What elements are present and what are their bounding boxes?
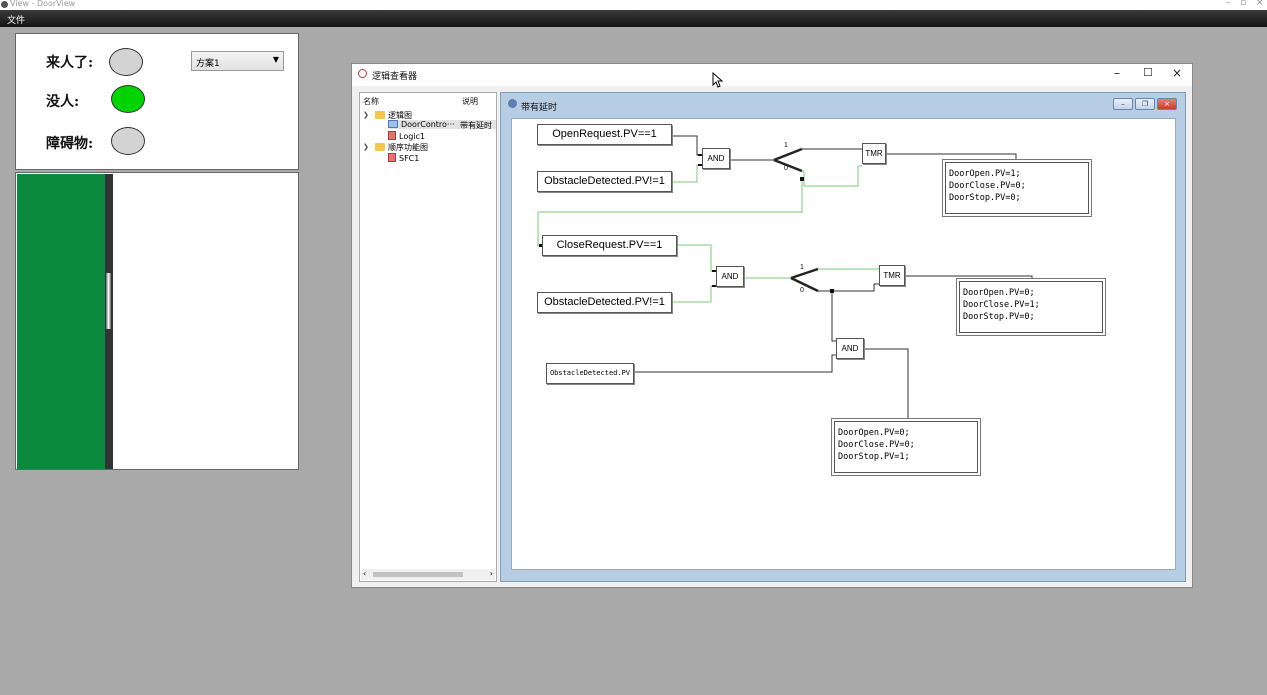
wire-c5-g3 (634, 354, 836, 373)
wire-switch2-zero (818, 283, 879, 292)
door-panel (15, 172, 299, 470)
condition-obstacle-detected[interactable]: ObstacleDetected.PV (546, 363, 634, 384)
tree-horizontal-scrollbar[interactable]: ‹ › (361, 569, 495, 580)
logic-tree: 名称 说明 ❯ 逻辑图 DoorContro··· 带有延时 Logic1 ❯ … (359, 92, 497, 582)
minimize-icon[interactable]: – (1114, 66, 1120, 80)
minimize-icon[interactable]: – (1226, 0, 1231, 8)
wire-g3-a3 (864, 348, 909, 419)
action-block-open[interactable]: DoorOpen.PV=1; DoorClose.PV=0; DoorStop.… (945, 162, 1089, 214)
condition-close-request[interactable]: CloseRequest.PV==1 (542, 235, 677, 256)
timer-block-2[interactable]: TMR (879, 265, 905, 286)
folder-icon (375, 111, 385, 119)
tree-item-doorcontrol-desc: 带有延时 (460, 121, 492, 130)
child-minimize-button[interactable]: – (1113, 98, 1133, 110)
diagram-window-icon (508, 99, 517, 108)
folder-icon (375, 143, 385, 151)
app-icon (1, 1, 8, 8)
condition-obstacle-not-detected-2[interactable]: ObstacleDetected.PV!=1 (537, 292, 672, 313)
child-restore-button[interactable]: ❐ (1135, 98, 1155, 110)
tree-header-desc: 说明 (462, 97, 478, 106)
app-title-bar: View - DoorView – ▫ × (0, 0, 1267, 10)
switch1-upper (773, 147, 803, 162)
condition-obstacle-not-detected-1[interactable]: ObstacleDetected.PV!=1 (537, 171, 672, 192)
no-person-label: 没人: (46, 94, 80, 110)
scheme-select[interactable]: 方案1 ▼ (191, 51, 284, 71)
wire-c3-g2 (677, 244, 716, 272)
status-panel: 来人了: 没人: 障碍物: 方案1 ▼ (15, 33, 299, 170)
scrollbar-thumb[interactable] (373, 572, 463, 577)
sfc-file-icon (388, 153, 396, 162)
expand-chevron-icon[interactable]: ❯ (363, 111, 369, 119)
switch1-lower (773, 158, 803, 173)
logic-diagram-canvas: OpenRequest.PV==1 ObstacleDetected.PV!=1… (511, 118, 1176, 570)
app-title: View - DoorView (10, 0, 76, 8)
tree-item-logic1[interactable]: Logic1 (388, 131, 425, 141)
junction-point (830, 289, 834, 293)
logic-viewer-title: 逻辑查看器 (372, 72, 418, 82)
door-handle (106, 273, 111, 329)
switch2-zero-label: 0 (800, 287, 804, 294)
wire-c2-g1 (672, 164, 702, 183)
wire-switch1-zero (802, 165, 862, 187)
logic-viewer-title-bar: 逻辑查看器 – ☐ × (352, 64, 1192, 86)
maximize-icon[interactable]: ☐ (1143, 66, 1153, 79)
menu-bar: 文件 (0, 10, 1267, 27)
tree-header-name: 名称 (363, 97, 379, 106)
door-leaf (17, 174, 105, 469)
maximize-icon[interactable]: ▫ (1240, 0, 1246, 8)
logic-file-icon (388, 120, 398, 128)
scroll-right-icon[interactable]: › (490, 569, 493, 578)
action-block-stop[interactable]: DoorOpen.PV=0; DoorClose.PV=0; DoorStop.… (834, 421, 978, 473)
menu-file[interactable]: 文件 (7, 13, 25, 26)
and-gate-1[interactable]: AND (702, 148, 730, 169)
action-block-close[interactable]: DoorOpen.PV=0; DoorClose.PV=1; DoorStop.… (959, 281, 1103, 333)
obstacle-lamp (111, 127, 145, 155)
wire-c4-g2 (672, 285, 716, 303)
scheme-select-value: 方案1 (196, 59, 220, 69)
close-icon[interactable]: × (1256, 0, 1264, 8)
expand-chevron-icon[interactable]: ❯ (363, 143, 369, 151)
no-person-lamp (111, 85, 145, 113)
and-gate-3[interactable]: AND (836, 338, 864, 359)
wire-t1-a1 (886, 153, 1017, 162)
chevron-down-icon: ▼ (272, 55, 279, 64)
tree-item-sfc-folder[interactable]: 顺序功能图 (375, 142, 428, 153)
wire-switch2-g3 (831, 291, 836, 342)
child-close-button[interactable]: × (1157, 98, 1177, 110)
and-gate-2[interactable]: AND (716, 266, 744, 287)
switch1-zero-label: 0 (784, 165, 788, 172)
logic-viewer-icon (358, 69, 367, 78)
tree-item-sfc1[interactable]: SFC1 (388, 153, 419, 163)
wire-c1-g1 (672, 135, 702, 156)
switch1-one-label: 1 (784, 142, 788, 149)
close-icon[interactable]: × (1172, 66, 1182, 80)
obstacle-label: 障碍物: (46, 136, 94, 152)
switch2-upper (790, 267, 819, 280)
person-arrived-label: 来人了: (46, 55, 94, 71)
scroll-left-icon[interactable]: ‹ (363, 569, 366, 578)
timer-block-1[interactable]: TMR (862, 143, 886, 164)
logic-file-icon (388, 131, 396, 140)
logic-viewer-window: 逻辑查看器 – ☐ × 名称 说明 ❯ 逻辑图 DoorContro··· 带有… (351, 63, 1193, 588)
diagram-child-window: 带有延时 – ❐ × OpenRequest.PV==1 ObstacleDet… (500, 92, 1186, 582)
person-arrived-lamp (109, 48, 143, 76)
switch2-one-label: 1 (800, 264, 804, 271)
condition-open-request[interactable]: OpenRequest.PV==1 (537, 124, 672, 145)
switch2-lower (790, 276, 819, 293)
diagram-title: 带有延时 (521, 103, 558, 113)
junction-point (800, 177, 804, 181)
tree-item-doorcontrol[interactable]: DoorContro··· 带有延时 (388, 120, 496, 130)
mouse-cursor-icon (712, 72, 724, 88)
